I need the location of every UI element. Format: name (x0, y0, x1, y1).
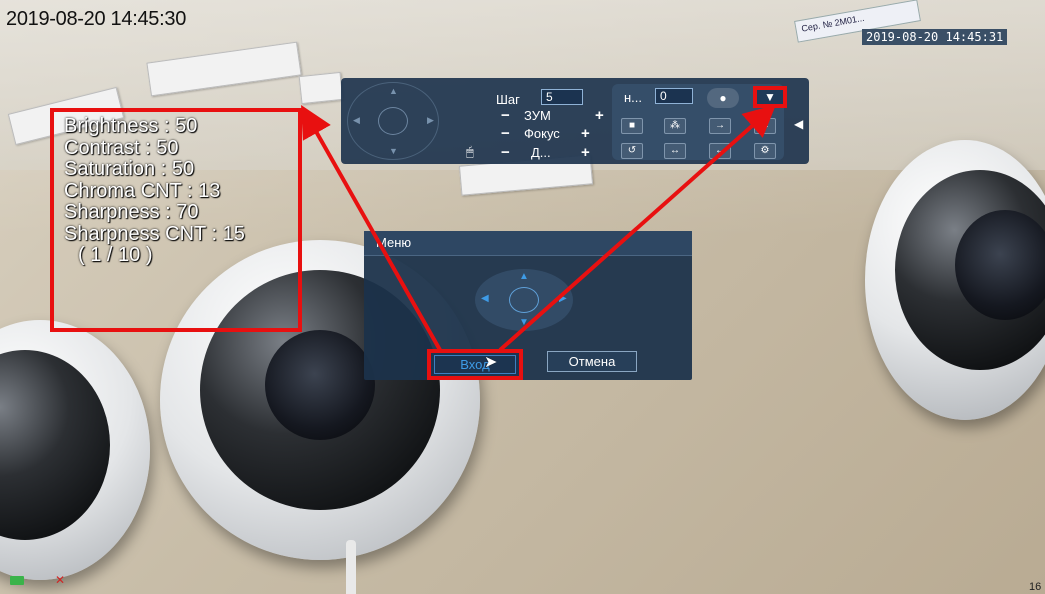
zoom-center-icon[interactable] (378, 107, 408, 135)
mouse-icon: 🖱 (466, 144, 474, 159)
audio-muted-icon: ✕ (55, 573, 66, 587)
reset-icon[interactable]: ← (709, 143, 731, 159)
zoom-center-icon[interactable] (509, 287, 539, 313)
enter-button[interactable]: Вход (434, 355, 516, 374)
ptz-control-panel: ▲ ▼ ◀ ▶ Шаг 5 + − ЗУМ − Фокус + 🖱 − Д...… (341, 78, 809, 164)
tour-icon[interactable]: ⁂ (664, 118, 686, 134)
ptz-joystick[interactable]: ▲ ▼ ◀ ▶ (345, 82, 441, 160)
arrow-left-icon[interactable]: ◀ (481, 293, 489, 304)
scan-icon[interactable]: ↔ (754, 118, 776, 134)
location-pin-icon[interactable]: ● (707, 88, 739, 108)
camera-cable (346, 540, 356, 594)
paper-label (298, 71, 344, 105)
settings-gear-icon[interactable]: ⚙ (754, 143, 776, 159)
sharpness-cnt-value: Sharpness CNT : 15 (64, 222, 245, 245)
expand-panel-icon[interactable]: ◀ (794, 117, 803, 131)
arrow-left-icon[interactable]: ◀ (353, 115, 360, 126)
arrow-right-icon[interactable]: ▶ (427, 115, 434, 126)
camera-icon[interactable]: ■ (621, 118, 643, 134)
enter-button-highlight: Вход (427, 349, 523, 380)
camera-dome-left (0, 320, 150, 590)
zoom-label: ЗУМ (524, 108, 551, 123)
arrow-up-icon[interactable]: ▲ (389, 86, 398, 96)
dialog-header: Меню (364, 231, 692, 256)
focus-plus-button[interactable]: + (581, 125, 590, 142)
saturation-value: Saturation : 50 (64, 158, 195, 180)
focus-label: Фокус (524, 126, 560, 141)
preset-input[interactable]: 0 (655, 88, 693, 104)
zoom-plus-button[interactable]: + (595, 107, 604, 124)
dialog-title: Меню (376, 235, 412, 250)
flip-icon[interactable]: ↔ (664, 143, 686, 159)
arrow-down-icon[interactable]: ▼ (519, 317, 529, 328)
arrow-right-icon[interactable]: ▶ (559, 293, 567, 304)
osd-corner-number: 16 (1029, 581, 1042, 593)
sharpness-value: Sharpness : 70 (64, 201, 199, 223)
osd-timestamp-right: 2019-08-20 14:45:31 (862, 29, 1008, 45)
iris-label: Д... (531, 145, 551, 160)
arrow-down-icon[interactable]: ▼ (389, 146, 398, 156)
focus-minus-button[interactable]: − (501, 125, 510, 142)
camera-dome-right (865, 140, 1045, 440)
image-settings-osd: Brightness : 50 Contrast : 50 Saturation… (64, 115, 245, 267)
osd-page-indicator: ( 1 / 10 ) (78, 244, 153, 266)
step-label: Шаг (496, 92, 520, 107)
dialog-joystick[interactable]: ▲ ▼ ◀ ▶ (475, 269, 573, 331)
record-status-icon (10, 576, 24, 585)
arrow-up-icon[interactable]: ▲ (519, 271, 529, 282)
mouse-cursor-icon: ➤ (484, 354, 498, 371)
iris-plus-button[interactable]: + (581, 144, 590, 161)
pattern-icon[interactable]: → (709, 118, 731, 134)
osd-timestamp-left: 2019-08-20 14:45:30 (6, 8, 187, 30)
rotate-icon[interactable]: ↺ (621, 143, 643, 159)
brightness-value: Brightness : 50 (64, 115, 198, 137)
contrast-value: Contrast : 50 (64, 136, 179, 159)
preset-label: н... (624, 90, 643, 105)
chroma-cnt-value: Chroma CNT : 13 (64, 179, 221, 202)
iris-minus-button[interactable]: − (501, 144, 510, 161)
zoom-minus-button[interactable]: − (501, 107, 510, 124)
cancel-button[interactable]: Отмена (547, 351, 637, 372)
collapse-panel-button[interactable]: ▼ (753, 86, 787, 108)
step-input[interactable]: 5 (541, 89, 583, 105)
menu-dialog: Меню ▲ ▼ ◀ ▶ Вход ➤ Отмена (364, 231, 692, 380)
